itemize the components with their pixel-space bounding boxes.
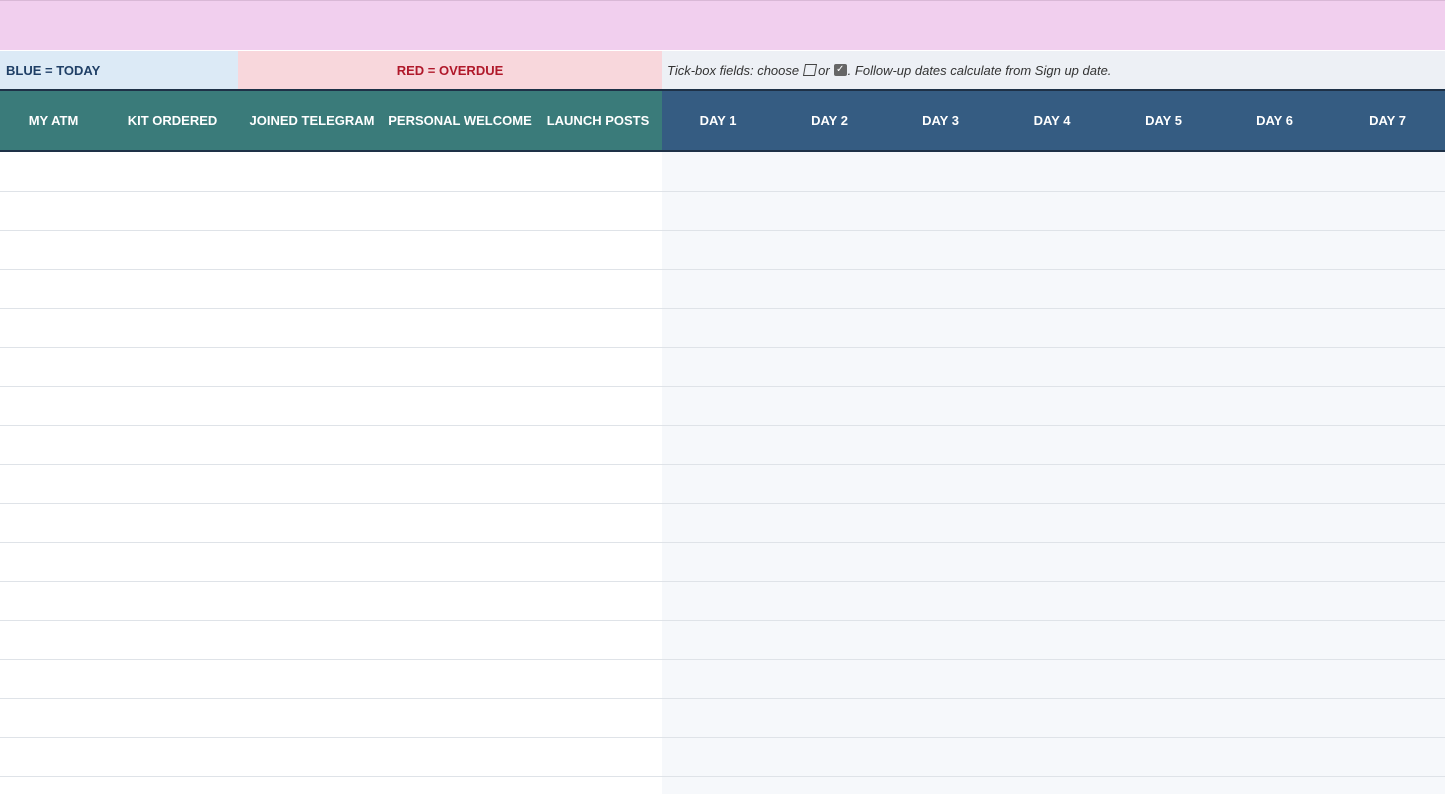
note-suffix: . Follow-up dates calculate from Sign up…: [847, 62, 1112, 78]
row-separator: [0, 698, 1445, 699]
row-separator: [0, 581, 1445, 582]
header-launch-posts[interactable]: LAUNCH POSTS: [534, 91, 662, 150]
header-day-6[interactable]: DAY 6: [1219, 91, 1330, 150]
note-prefix: Tick-box fields: choose: [667, 62, 800, 78]
header-day-7[interactable]: DAY 7: [1330, 91, 1445, 150]
header-joined-telegram[interactable]: JOINED TELEGRAM: [238, 91, 386, 150]
header-day-5[interactable]: DAY 5: [1108, 91, 1219, 150]
row-separator: [0, 737, 1445, 738]
top-banner: [0, 0, 1445, 50]
legend-overdue: RED = OVERDUE: [238, 51, 662, 89]
row-separator: [0, 308, 1445, 309]
row-separator: [0, 542, 1445, 543]
note-or: or: [818, 62, 830, 78]
header-personal-welcome[interactable]: PERSONAL WELCOME: [386, 91, 534, 150]
row-separator: [0, 425, 1445, 426]
header-day-2[interactable]: DAY 2: [774, 91, 885, 150]
header-day-3[interactable]: DAY 3: [885, 91, 996, 150]
data-grid[interactable]: [0, 152, 1445, 794]
legend-today: BLUE = TODAY: [0, 51, 238, 89]
row-separator: [0, 386, 1445, 387]
header-day-1[interactable]: DAY 1: [662, 91, 774, 150]
legend-note: Tick-box fields: choose or ✓ . Follow-up…: [662, 51, 1445, 89]
row-separator: [0, 191, 1445, 192]
row-separator: [0, 659, 1445, 660]
header-day-4[interactable]: DAY 4: [996, 91, 1108, 150]
row-separator: [0, 503, 1445, 504]
header-kit-ordered[interactable]: KIT ORDERED: [107, 91, 238, 150]
checkbox-checked-icon: ✓: [833, 64, 847, 76]
column-header-row: MY ATM KIT ORDERED JOINED TELEGRAM PERSO…: [0, 89, 1445, 152]
row-separator: [0, 620, 1445, 621]
header-my-atm[interactable]: MY ATM: [0, 91, 107, 150]
row-separator: [0, 269, 1445, 270]
legend-row: BLUE = TODAY RED = OVERDUE Tick-box fiel…: [0, 51, 1445, 89]
row-separator: [0, 230, 1445, 231]
row-separator: [0, 464, 1445, 465]
row-separator: [0, 776, 1445, 777]
row-separator: [0, 347, 1445, 348]
checkbox-empty-icon: [803, 64, 818, 76]
